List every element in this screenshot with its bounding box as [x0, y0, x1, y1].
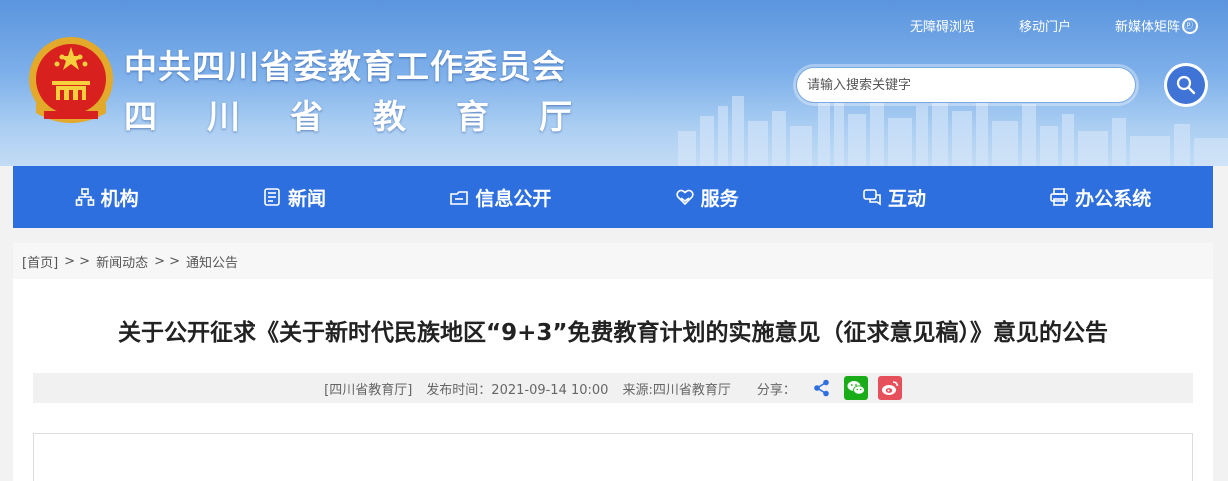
share-icons [810, 376, 902, 400]
main-nav: 机构 新闻 信息公开 服务 互动 办公系统 [13, 166, 1213, 228]
top-links: 无障碍浏览 移动门户 新媒体矩阵 ⓟ [910, 16, 1198, 35]
nav-item-label: 办公系统 [1075, 187, 1152, 210]
subtitle-char: 四 [124, 97, 157, 136]
nav-item-label: 机构 [100, 187, 139, 210]
search-button-circle [1167, 66, 1205, 104]
subtitle-char: 川 [207, 97, 240, 136]
nav-item-office[interactable]: 办公系统 [1049, 184, 1151, 211]
accessibility-link[interactable]: 无障碍浏览 [910, 16, 975, 35]
info-open-icon [450, 191, 469, 205]
share-button[interactable] [810, 376, 834, 400]
nav-item-label: 新闻 [287, 187, 326, 210]
nav-item-label: 服务 [700, 187, 739, 210]
share-weibo-button[interactable] [877, 376, 902, 400]
article-meta-bar: [四川省教育厅] 发布时间：2021-09-14 10:00 来源:四川省教育厅… [33, 373, 1193, 403]
office-icon [1050, 188, 1069, 206]
weibo-icon [881, 381, 899, 395]
nav-item-info-open[interactable]: 信息公开 [449, 184, 551, 211]
nav-item-interact[interactable]: 互动 [862, 184, 926, 211]
subtitle-char: 厅 [539, 97, 572, 136]
wechat-icon [847, 381, 865, 395]
breadcrumb: [首页] > > 新闻动态 > > 通知公告 [13, 243, 1213, 279]
share-icon [814, 379, 829, 397]
nav-item-org[interactable]: 机构 [75, 184, 139, 211]
national-emblem-logo [29, 37, 113, 123]
nav-item-label: 信息公开 [475, 187, 552, 210]
new-media-link-label: 新媒体矩阵 [1114, 20, 1180, 35]
new-media-link[interactable]: 新媒体矩阵 ⓟ [1115, 16, 1198, 35]
share-wechat-button[interactable] [843, 376, 868, 400]
search-input[interactable] [796, 67, 1136, 103]
org-icon [75, 188, 94, 206]
site-subtitle: 四 川 省 教 育 厅 [124, 90, 572, 138]
breadcrumb-notice-link[interactable]: 通知公告 [186, 252, 238, 271]
site-header: 中共四川省委教育工作委员会 四 川 省 教 育 厅 无障碍浏览 移动门户 新媒体… [0, 0, 1228, 166]
breadcrumb-separator: > > [64, 253, 91, 269]
breadcrumb-separator: > > [154, 253, 181, 269]
article-source: 来源:四川省教育厅 [622, 382, 731, 398]
article-body [33, 433, 1193, 481]
search-button[interactable] [1164, 63, 1208, 107]
article-panel: 关于公开征求《关于新时代民族地区“9+3”免费教育计划的实施意见（征求意见稿）》… [13, 279, 1213, 481]
nav-item-service[interactable]: 服务 [675, 184, 739, 211]
media-matrix-icon: ⓟ [1182, 17, 1198, 34]
subtitle-char: 省 [290, 97, 323, 136]
subtitle-char: 育 [456, 97, 489, 136]
nav-item-label: 互动 [887, 187, 926, 210]
search-box [793, 64, 1139, 106]
site-title: 中共四川省委教育工作委员会 [124, 47, 566, 86]
subtitle-char: 教 [373, 97, 406, 136]
share-label: 分享： [756, 382, 796, 398]
article-publisher: [四川省教育厅] [324, 382, 413, 398]
article-publish-time: 发布时间：2021-09-14 10:00 [426, 382, 609, 398]
article-title: 关于公开征求《关于新时代民族地区“9+3”免费教育计划的实施意见（征求意见稿）》… [117, 320, 1108, 346]
nav-item-news[interactable]: 新闻 [262, 184, 326, 211]
interact-icon [863, 189, 881, 206]
breadcrumb-home-link[interactable]: [首页] [22, 252, 58, 271]
breadcrumb-news-link[interactable]: 新闻动态 [96, 252, 148, 271]
search-icon [1176, 75, 1196, 95]
news-icon [264, 188, 280, 206]
mobile-portal-link[interactable]: 移动门户 [1019, 16, 1071, 35]
service-icon [675, 189, 694, 206]
